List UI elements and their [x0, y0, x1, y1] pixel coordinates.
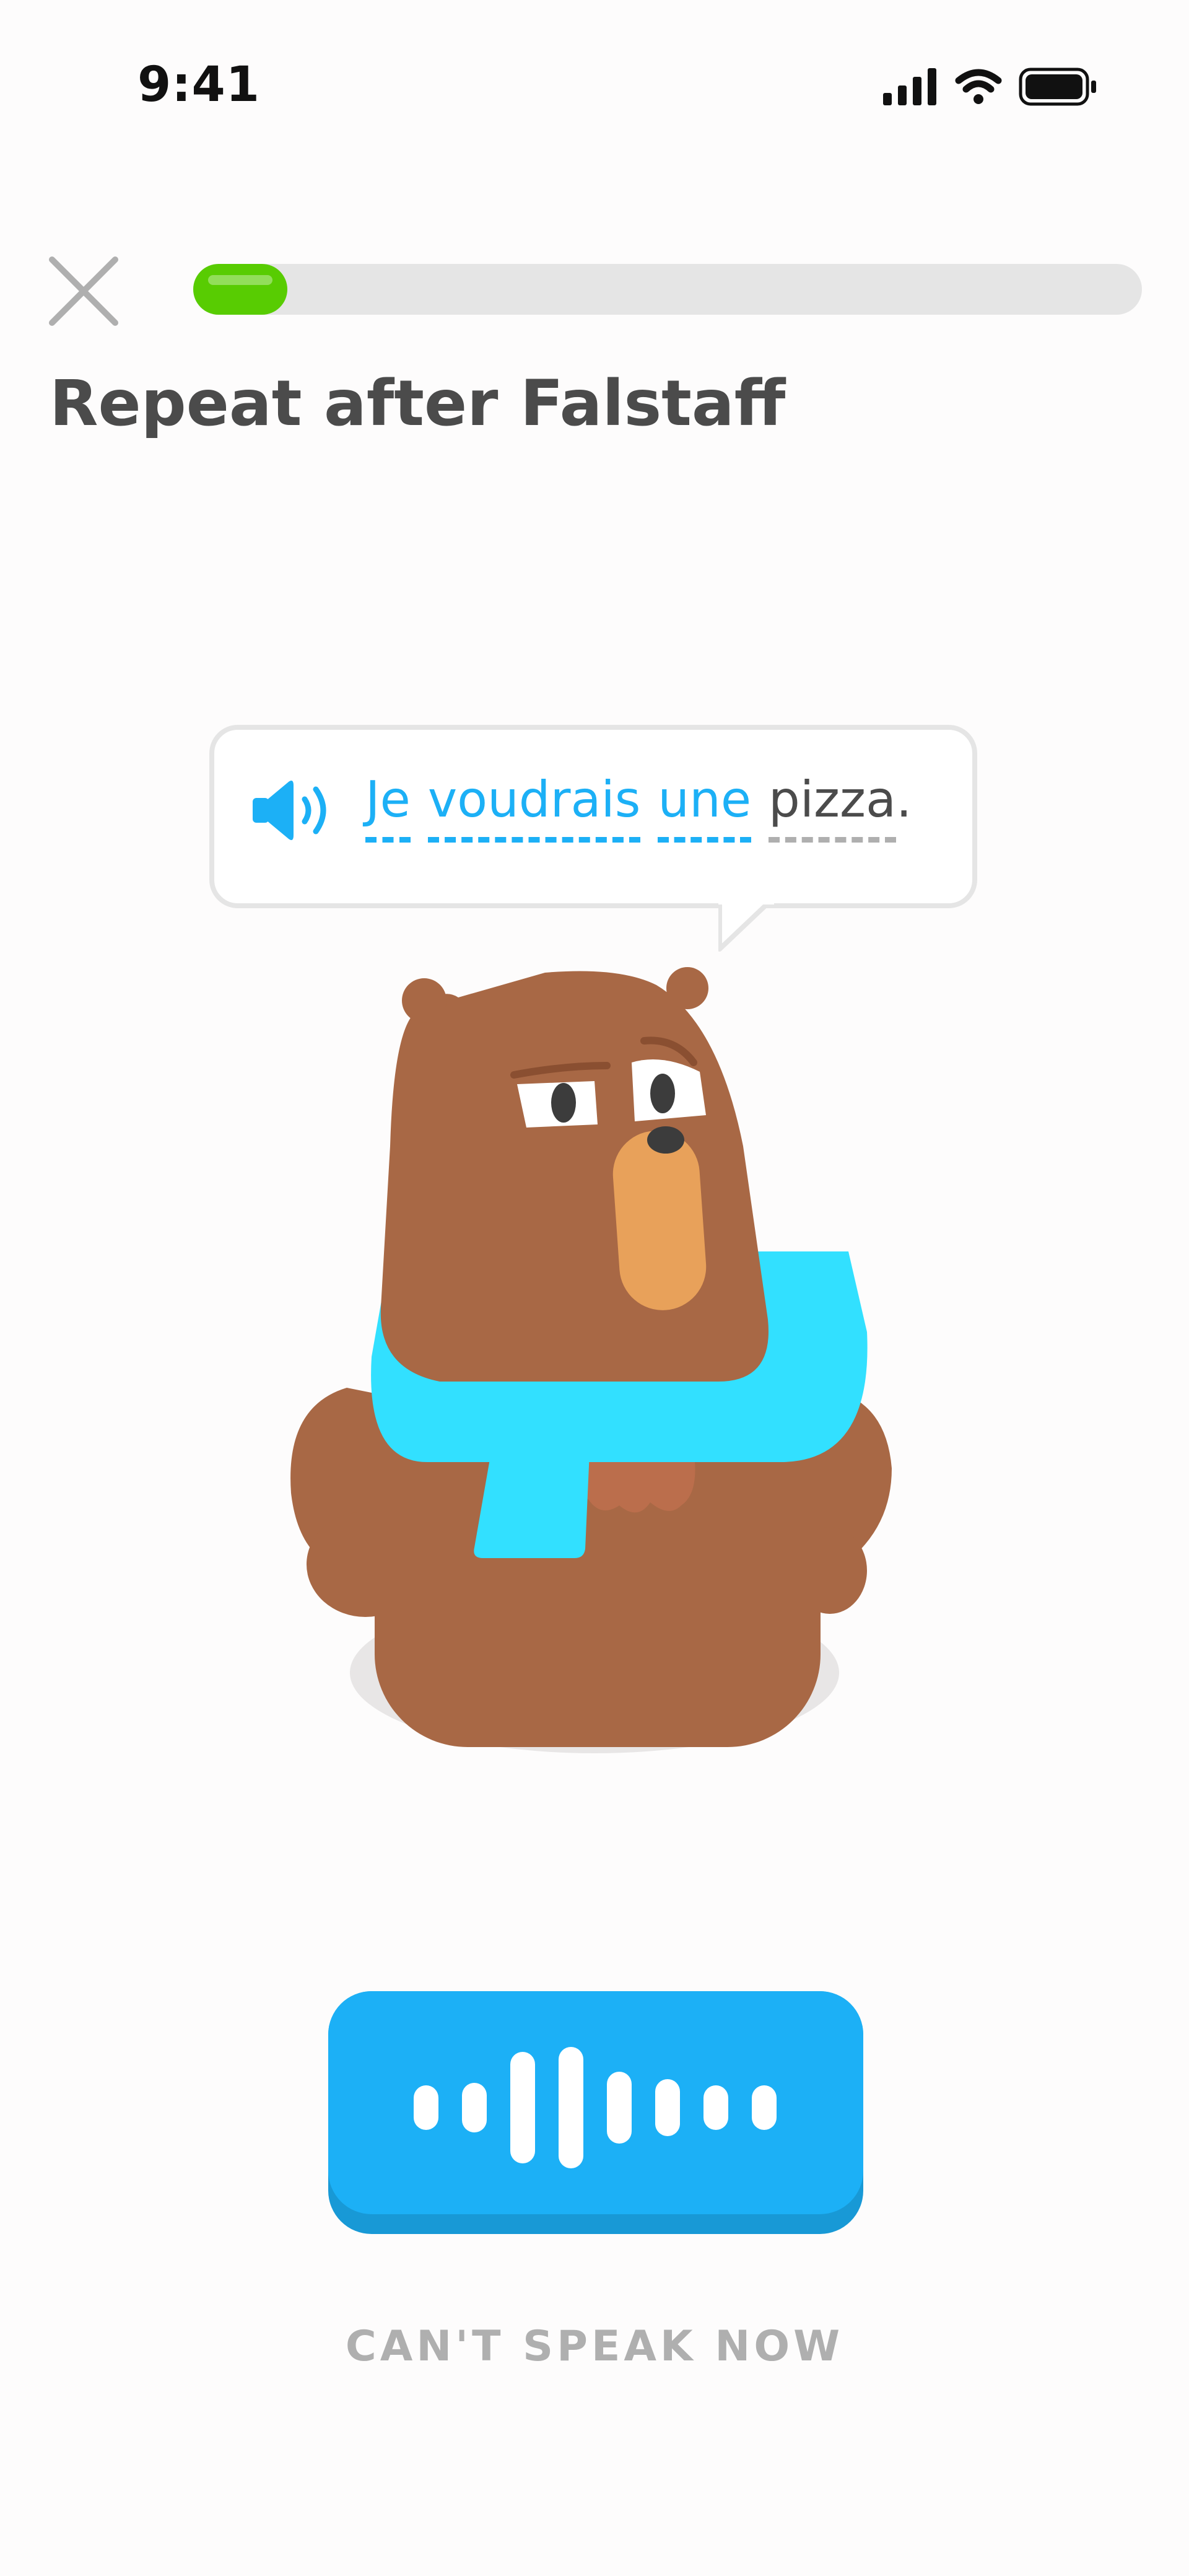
cant-speak-now-button[interactable]: CAN'T SPEAK NOW — [0, 2322, 1189, 2371]
prompt-word-new[interactable]: pizza — [769, 771, 897, 843]
microphone-waveform-icon — [414, 2047, 777, 2168]
prompt-sentence: Je voudrais une pizza . — [365, 771, 912, 843]
speaker-icon[interactable] — [250, 776, 334, 845]
lesson-progress-bar — [193, 264, 1142, 315]
battery-icon — [1019, 68, 1096, 106]
signal-icon — [883, 68, 936, 105]
prompt-word[interactable]: Je — [365, 771, 411, 843]
prompt-punctuation: . — [896, 771, 912, 828]
page-title: Repeat after Falstaff — [50, 367, 786, 440]
progress-fill — [193, 264, 287, 315]
bear-character — [290, 967, 892, 1753]
speech-bubble-tail — [718, 900, 774, 952]
prompt-word[interactable]: voudrais — [427, 771, 641, 843]
status-time: 9:41 — [137, 57, 261, 113]
status-icons — [883, 68, 1096, 106]
progress-highlight — [208, 275, 272, 285]
prompt-word[interactable]: une — [658, 771, 752, 843]
wifi-icon — [955, 69, 1002, 104]
microphone-button[interactable] — [328, 1991, 863, 2234]
close-icon[interactable] — [43, 251, 124, 331]
